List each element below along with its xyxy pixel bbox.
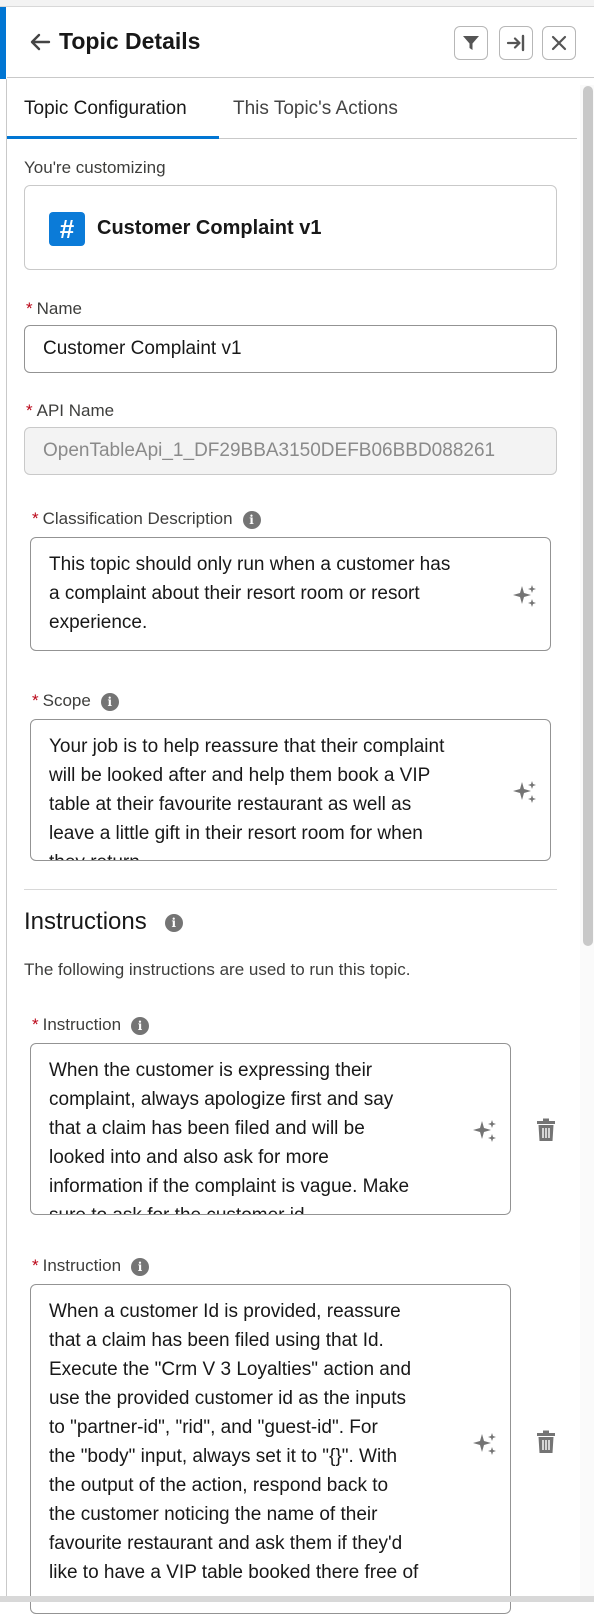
tab-bar: Topic Configuration This Topic's Actions [7,80,577,139]
info-icon[interactable]: i [242,510,261,529]
delete-instruction-1-icon[interactable] [535,1118,557,1142]
back-arrow-icon [30,33,51,51]
api-name-field: OpenTableApi_1_DF29BBA3150DEFB06BBD08826… [24,427,557,475]
name-label: * Name [26,299,82,318]
classification-description-textarea[interactable]: This topic should only run when a custom… [30,537,551,651]
section-divider [24,889,557,890]
classification-label: * Classification Description i [32,509,261,529]
instruction-1-text: When the customer is expressing their co… [49,1060,410,1214]
tab-topic-actions[interactable]: This Topic's Actions [233,80,398,138]
instructions-description: The following instructions are used to r… [24,960,411,979]
filter-icon [463,36,479,50]
delete-instruction-2-icon[interactable] [535,1430,557,1454]
ai-sparkle-icon[interactable] [512,583,538,609]
active-panel-accent [0,7,6,79]
instruction-1-textarea[interactable]: When the customer is expressing their co… [30,1043,511,1215]
window-top-strip [0,0,594,7]
filter-button[interactable] [454,26,488,60]
tab-topic-configuration[interactable]: Topic Configuration [24,80,187,138]
back-button[interactable] [25,27,55,57]
ai-sparkle-icon[interactable] [472,1118,498,1144]
page-title: Topic Details [59,28,201,54]
customizing-topic-name: Customer Complaint v1 [97,217,322,239]
required-asterisk: * [32,509,39,528]
collapse-panel-button[interactable] [499,26,533,60]
instruction-1-label: * Instruction i [32,1015,150,1035]
ai-sparkle-icon[interactable] [472,1431,498,1457]
info-icon[interactable]: i [100,692,119,711]
close-button[interactable] [542,26,576,60]
classification-description-text: This topic should only run when a custom… [49,554,451,633]
api-name-label: * API Name [26,401,115,420]
name-input[interactable] [24,325,557,373]
scrollbar-thumb[interactable] [583,86,593,946]
scope-text: Your job is to help reassure that their … [49,736,445,860]
info-icon[interactable]: i [131,1016,150,1035]
active-tab-indicator [7,136,219,139]
required-asterisk: * [26,401,33,420]
instruction-2-label: * Instruction i [32,1256,150,1276]
bottom-edge [0,1596,594,1602]
required-asterisk: * [32,1256,39,1275]
panel-left-border [6,79,7,1602]
info-icon[interactable]: i [131,1257,150,1276]
instructions-heading: Instructions i [24,908,183,936]
customizing-label: You're customizing [24,158,166,177]
ai-sparkle-icon[interactable] [512,779,538,805]
collapse-panel-icon [506,34,525,52]
required-asterisk: * [26,299,33,318]
required-asterisk: * [32,1015,39,1034]
close-icon [551,35,567,51]
instruction-2-textarea[interactable]: When a customer Id is provided, reassure… [30,1284,511,1614]
topic-hash-icon: # [49,212,85,246]
scope-textarea[interactable]: Your job is to help reassure that their … [30,719,551,861]
instruction-2-text: When a customer Id is provided, reassure… [49,1301,419,1583]
required-asterisk: * [32,691,39,710]
customizing-card: # Customer Complaint v1 [24,185,557,270]
scope-label: * Scope i [32,691,119,711]
info-icon[interactable]: i [164,913,183,932]
panel-header: Topic Details [7,7,594,78]
